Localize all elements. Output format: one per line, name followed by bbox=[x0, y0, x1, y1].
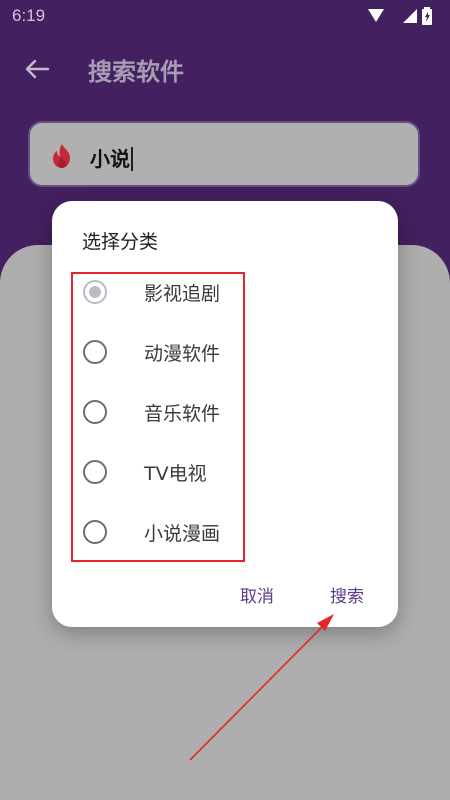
option-label: 影视追剧 bbox=[144, 283, 221, 305]
status-time: 6:19 bbox=[12, 6, 46, 25]
radio-button[interactable] bbox=[83, 340, 107, 364]
radio-option-anime[interactable]: 动漫软件 bbox=[80, 330, 240, 374]
radio-button[interactable] bbox=[83, 520, 107, 544]
radio-option-music[interactable]: 音乐软件 bbox=[80, 390, 240, 434]
option-label: 动漫软件 bbox=[144, 343, 221, 365]
radio-button[interactable] bbox=[83, 400, 107, 424]
radio-option-novel[interactable]: 小说漫画 bbox=[80, 510, 240, 554]
category-dialog: 选择分类 影视追剧 动漫软件 音乐软件 TV电视 小说漫画 取消 搜索 bbox=[52, 201, 398, 627]
radio-option-tv[interactable]: TV电视 bbox=[80, 450, 240, 494]
flame-icon bbox=[53, 144, 70, 168]
status-icons bbox=[368, 7, 432, 25]
wifi-icon bbox=[368, 9, 384, 22]
radio-option-film[interactable]: 影视追剧 bbox=[80, 270, 240, 314]
search-button[interactable]: 搜索 bbox=[330, 582, 364, 607]
dialog-title: 选择分类 bbox=[82, 231, 159, 253]
arrow-left-icon[interactable] bbox=[22, 54, 52, 84]
option-label: TV电视 bbox=[144, 463, 207, 485]
radio-button[interactable] bbox=[83, 460, 107, 484]
radio-button-selected[interactable] bbox=[83, 280, 107, 304]
status-bar: 6:19 bbox=[0, 0, 450, 32]
option-label: 小说漫画 bbox=[144, 523, 221, 545]
search-input[interactable]: 小说 bbox=[28, 121, 420, 187]
page-title: 搜索软件 bbox=[88, 58, 184, 86]
battery-icon bbox=[422, 7, 432, 25]
cancel-button[interactable]: 取消 bbox=[240, 582, 274, 607]
search-value: 小说 bbox=[90, 143, 133, 172]
signal-icon bbox=[403, 9, 417, 23]
option-label: 音乐软件 bbox=[144, 403, 221, 425]
